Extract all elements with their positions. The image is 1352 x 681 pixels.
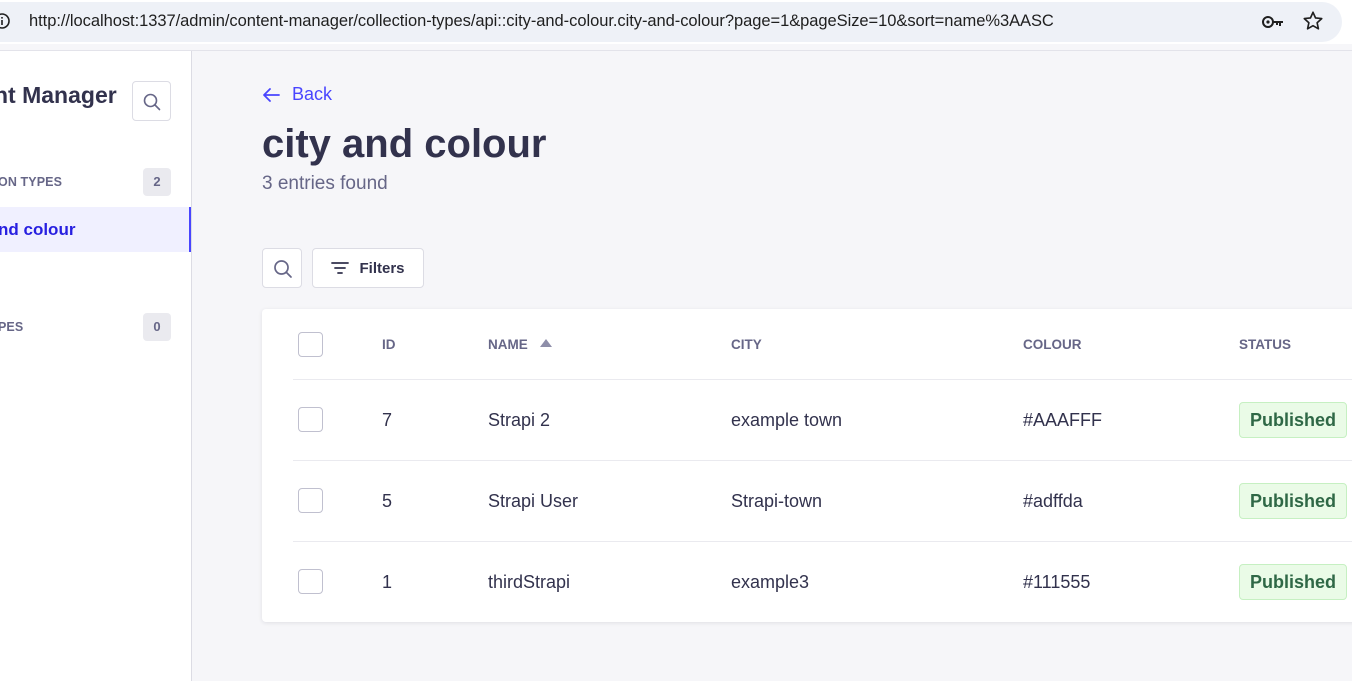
cell-city: Strapi-town bbox=[731, 491, 823, 511]
select-all-checkbox[interactable] bbox=[298, 332, 323, 357]
cell-name: Strapi 2 bbox=[488, 410, 551, 430]
cell-id: 5 bbox=[382, 491, 393, 511]
collection-types-count: 2 bbox=[143, 168, 171, 196]
search-icon bbox=[143, 93, 161, 111]
arrow-left-icon bbox=[263, 87, 280, 102]
sort-ascending-icon[interactable] bbox=[539, 338, 553, 348]
column-header-id[interactable]: ID bbox=[382, 337, 396, 352]
collection-types-label: ON TYPES bbox=[0, 175, 63, 189]
cell-city: example town bbox=[731, 410, 843, 430]
bookmark-star-icon[interactable] bbox=[1302, 10, 1324, 32]
row-divider bbox=[293, 541, 1352, 542]
sidebar-item-label: nd colour bbox=[0, 220, 76, 239]
single-types-count: 0 bbox=[143, 313, 171, 341]
status-badge: Published bbox=[1239, 483, 1348, 519]
cell-name: Strapi User bbox=[488, 491, 579, 511]
row-divider bbox=[293, 379, 1352, 380]
cell-id: 7 bbox=[382, 410, 393, 430]
url-text[interactable]: http://localhost:1337/admin/content-mana… bbox=[29, 12, 1054, 31]
status-badge: Published bbox=[1239, 402, 1348, 438]
page-title: city and colour bbox=[262, 122, 547, 166]
cell-city: example3 bbox=[731, 572, 810, 592]
row-checkbox[interactable] bbox=[298, 407, 323, 432]
filters-button[interactable]: Filters bbox=[312, 248, 424, 288]
column-header-colour[interactable]: COLOUR bbox=[1023, 337, 1082, 352]
column-header-name[interactable]: NAME bbox=[488, 337, 528, 352]
row-checkbox[interactable] bbox=[298, 569, 323, 594]
cell-colour: #AAAFFF bbox=[1023, 410, 1103, 430]
divider bbox=[0, 50, 1352, 51]
entries-count: 3 entries found bbox=[262, 173, 388, 194]
cell-colour: #111555 bbox=[1023, 572, 1091, 592]
row-checkbox[interactable] bbox=[298, 488, 323, 513]
sidebar-search-button[interactable] bbox=[132, 81, 171, 121]
filter-icon bbox=[331, 262, 350, 274]
single-types-label: PES bbox=[0, 320, 24, 334]
cell-colour: #adffda bbox=[1023, 491, 1083, 511]
key-icon[interactable] bbox=[1261, 12, 1285, 32]
cell-id: 1 bbox=[382, 572, 393, 592]
search-icon bbox=[274, 260, 292, 278]
sidebar-title: nt Manager bbox=[0, 82, 117, 108]
search-button[interactable] bbox=[262, 248, 302, 288]
cell-name: thirdStrapi bbox=[488, 572, 571, 592]
content-manager-sidebar: nt Manager ON TYPES 2 nd colour PES 0 bbox=[0, 51, 192, 681]
sidebar-item-city-and-colour[interactable]: nd colour bbox=[0, 207, 191, 252]
site-info-icon[interactable] bbox=[0, 13, 10, 29]
row-divider bbox=[293, 460, 1352, 461]
back-link[interactable]: Back bbox=[262, 84, 332, 105]
filters-label: Filters bbox=[359, 259, 405, 277]
column-header-city[interactable]: CITY bbox=[731, 337, 762, 352]
browser-toolbar: http://localhost:1337/admin/content-mana… bbox=[0, 0, 1352, 44]
status-badge: Published bbox=[1239, 564, 1348, 600]
back-label: Back bbox=[292, 84, 333, 104]
entries-table: ID NAME CITY COLOUR STATUS 7 Strapi 2 ex… bbox=[262, 309, 1352, 622]
column-header-status[interactable]: STATUS bbox=[1239, 337, 1291, 352]
